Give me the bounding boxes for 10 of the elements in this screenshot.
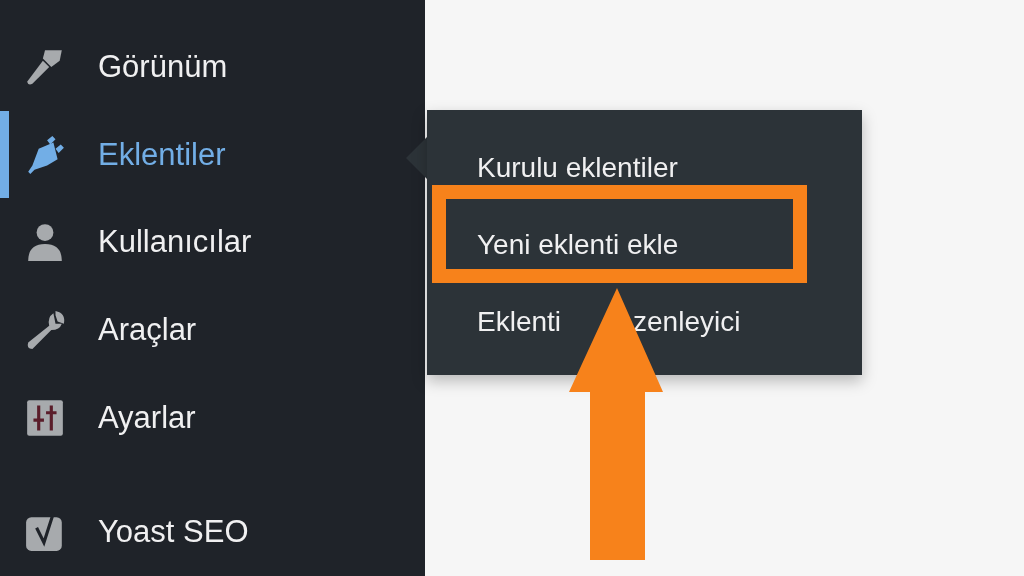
submenu-link[interactable]: Kurulu eklentiler — [477, 151, 678, 184]
submenu-link[interactable]: Yeni eklenti ekle — [477, 228, 679, 261]
submenu-link[interactable]: Eklenti — [477, 305, 562, 338]
sidebar-item[interactable]: Araçlar — [0, 286, 425, 374]
sidebar-item[interactable]: Görünüm — [0, 23, 425, 111]
sidebar-item[interactable]: Kullanıcılar — [0, 198, 425, 286]
sidebar-item[interactable]: Yoast SEO — [0, 488, 425, 576]
submenu-link-text: zenleyici — [633, 305, 741, 338]
sidebar-item[interactable]: Ayarlar — [0, 373, 425, 462]
sidebar-item[interactable]: Eklentiler — [0, 110, 425, 199]
